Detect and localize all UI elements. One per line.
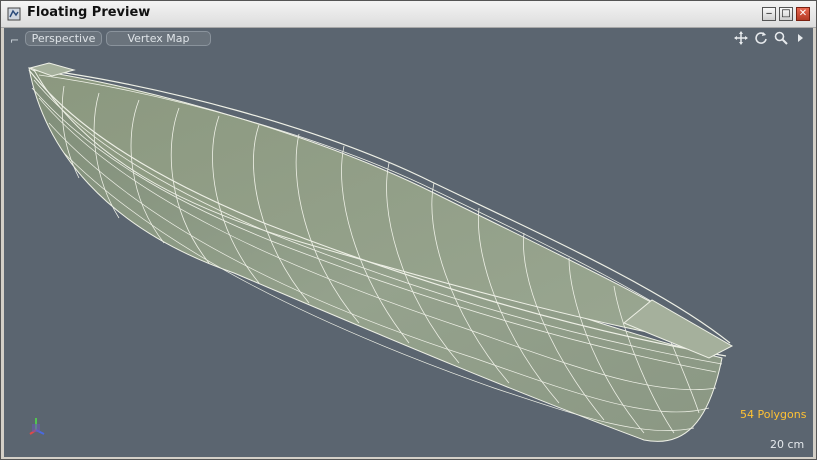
floating-preview-window: Floating Preview ‒ □ ✕ ⌐ Perspective Ver…	[0, 0, 817, 460]
maximize-button[interactable]: □	[779, 7, 793, 21]
3d-viewport[interactable]: ⌐ Perspective Vertex Map 54 Polygons 20 …	[4, 28, 813, 457]
close-icon: ✕	[798, 8, 808, 19]
close-button[interactable]: ✕	[796, 7, 810, 21]
app-icon	[7, 7, 21, 21]
axis-gizmo-icon	[29, 418, 45, 435]
polygon-count: 54 Polygons	[740, 408, 807, 421]
window-title: Floating Preview	[27, 5, 151, 20]
title-bar[interactable]: Floating Preview ‒ □ ✕	[1, 1, 816, 28]
maximize-icon: □	[781, 8, 791, 19]
scale-readout: 20 cm	[770, 438, 805, 451]
minimize-icon: ‒	[765, 8, 773, 19]
canoe-mesh[interactable]	[4, 28, 813, 457]
minimize-button[interactable]: ‒	[762, 7, 776, 21]
